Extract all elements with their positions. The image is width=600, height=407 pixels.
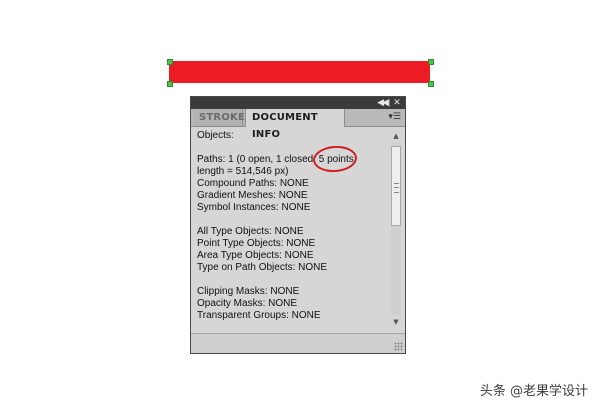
info-line: Transparent Groups: NONE: [197, 310, 321, 321]
info-line: Opacity Masks: NONE: [197, 298, 298, 309]
info-line: Type on Path Objects: NONE: [197, 262, 328, 273]
scroll-down-arrow-icon[interactable]: ▼: [390, 316, 402, 328]
info-line: Symbol Instances: NONE: [197, 202, 311, 213]
scroll-thumb[interactable]: [391, 146, 401, 226]
panel-footer: [191, 333, 405, 353]
vertical-scrollbar[interactable]: ▲ ▼: [390, 130, 402, 328]
anchor-point-bottom-right[interactable]: [428, 81, 434, 87]
info-line: Clipping Masks: NONE: [197, 286, 300, 297]
close-icon[interactable]: ✕: [390, 97, 404, 109]
panel-tabbar: STROKE DOCUMENT INFO ▾☰: [191, 109, 405, 140]
info-line: Gradient Meshes: NONE: [197, 190, 308, 201]
anchor-point-top-left[interactable]: [167, 59, 173, 65]
tab-document-info[interactable]: DOCUMENT INFO: [245, 109, 345, 140]
info-line: length = 514,546 px): [197, 166, 289, 177]
info-line: Point Type Objects: NONE: [197, 238, 316, 249]
anchor-point-top-right[interactable]: [428, 59, 434, 65]
panel-titlebar[interactable]: ◀◀ ✕: [191, 97, 405, 109]
info-line: Compound Paths: NONE: [197, 178, 309, 189]
panel-menu-icon[interactable]: ▾☰: [388, 109, 401, 126]
anchor-point-bottom-left[interactable]: [167, 81, 173, 87]
document-info-panel: ◀◀ ✕ STROKE DOCUMENT INFO ▾☰ Objects: Pat…: [190, 96, 406, 354]
resize-grip-icon[interactable]: [394, 342, 403, 351]
tab-stroke[interactable]: STROKE: [193, 109, 245, 126]
info-line: Area Type Objects: NONE: [197, 250, 314, 261]
scroll-up-arrow-icon[interactable]: ▲: [390, 130, 402, 142]
info-line: Objects:: [197, 130, 234, 141]
info-line: All Type Objects: NONE: [197, 226, 304, 237]
scroll-grip-icon: [394, 183, 399, 193]
collapse-icon[interactable]: ◀◀: [375, 97, 389, 109]
selected-red-rectangle[interactable]: [169, 61, 430, 83]
watermark: 头条 @老果学设计: [479, 384, 588, 399]
